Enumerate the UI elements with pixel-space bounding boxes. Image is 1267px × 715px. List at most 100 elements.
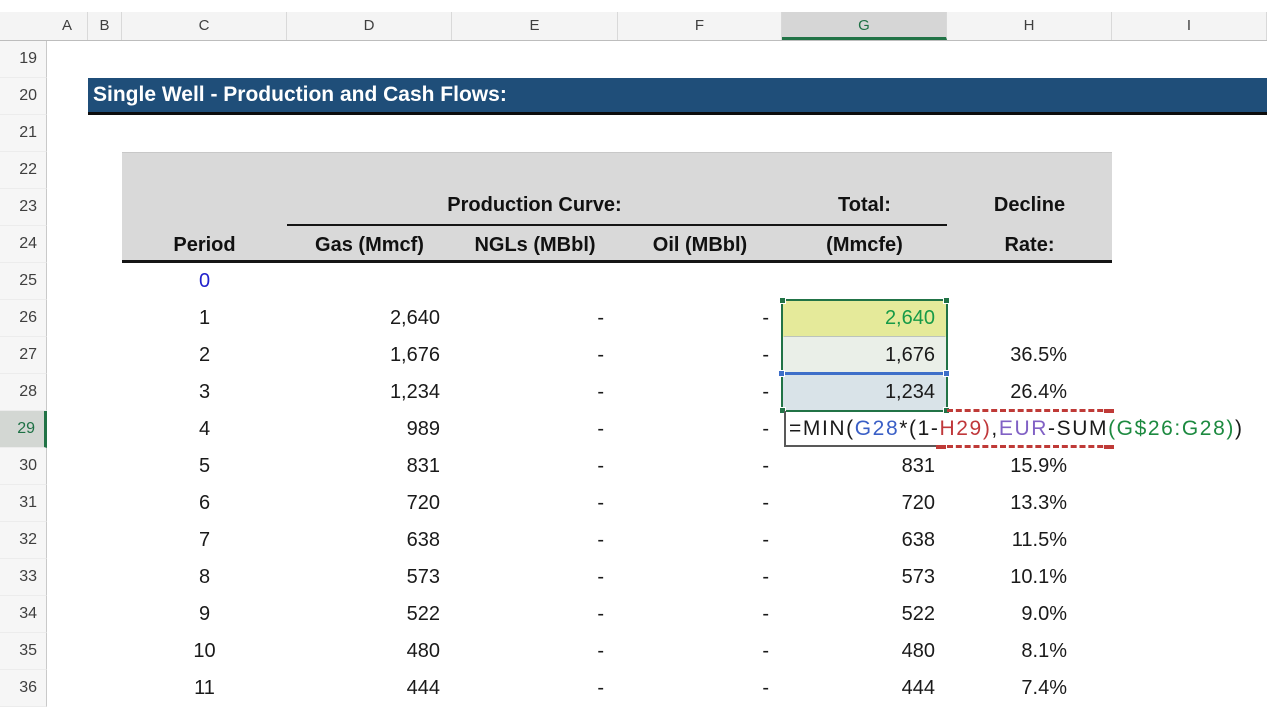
cell-F29[interactable]: -: [618, 411, 782, 448]
cell-D33[interactable]: 573: [287, 559, 452, 596]
row-header-33[interactable]: 33: [0, 559, 47, 596]
cell-G35[interactable]: 480: [782, 633, 947, 670]
cell-C34[interactable]: 9: [122, 596, 287, 633]
row-header-27[interactable]: 27: [0, 337, 47, 374]
row-header-34[interactable]: 34: [0, 596, 47, 633]
cell-H33[interactable]: 10.1%: [947, 559, 1112, 596]
cell-D35[interactable]: 480: [287, 633, 452, 670]
row-header-35[interactable]: 35: [0, 633, 47, 670]
cell-H35[interactable]: 8.1%: [947, 633, 1112, 670]
cell-F34[interactable]: -: [618, 596, 782, 633]
cell-C29[interactable]: 4: [122, 411, 287, 448]
cell-E31[interactable]: -: [452, 485, 618, 522]
cell-F31[interactable]: -: [618, 485, 782, 522]
cell-D29[interactable]: 989: [287, 411, 452, 448]
cell-G33[interactable]: 573: [782, 559, 947, 596]
row-header-36[interactable]: 36: [0, 670, 47, 707]
cell-C35[interactable]: 10: [122, 633, 287, 670]
cell-D26[interactable]: 2,640: [287, 300, 452, 337]
cell-C30[interactable]: 5: [122, 448, 287, 485]
column-header-H[interactable]: H: [947, 12, 1112, 40]
cell-D34[interactable]: 522: [287, 596, 452, 633]
cell-C33[interactable]: 8: [122, 559, 287, 596]
cell-C25[interactable]: 0: [122, 263, 287, 300]
cell-F33[interactable]: -: [618, 559, 782, 596]
cell-H31[interactable]: 13.3%: [947, 485, 1112, 522]
cell-D28[interactable]: 1,234: [287, 374, 452, 411]
row-header-30[interactable]: 30: [0, 448, 47, 485]
cell-H28[interactable]: 26.4%: [947, 374, 1112, 411]
row-header-21[interactable]: 21: [0, 115, 47, 152]
row-header-26[interactable]: 26: [0, 300, 47, 337]
row-header-25[interactable]: 25: [0, 263, 47, 300]
cell-E25[interactable]: [452, 263, 618, 300]
cell-H32[interactable]: 11.5%: [947, 522, 1112, 559]
cell-C27[interactable]: 2: [122, 337, 287, 374]
cell-H26[interactable]: [947, 300, 1112, 337]
row-header-23[interactable]: 23: [0, 189, 47, 226]
row-header-32[interactable]: 32: [0, 522, 47, 559]
row-header-31[interactable]: 31: [0, 485, 47, 522]
cell-E33[interactable]: -: [452, 559, 618, 596]
cell-C28[interactable]: 3: [122, 374, 287, 411]
cell-F26[interactable]: -: [618, 300, 782, 337]
column-header-C[interactable]: C: [122, 12, 287, 40]
section-title-banner[interactable]: Single Well - Production and Cash Flows:: [88, 78, 1267, 115]
group-header-production-curve: Production Curve:: [287, 187, 782, 224]
cell-F35[interactable]: -: [618, 633, 782, 670]
column-header-A[interactable]: A: [47, 12, 88, 40]
cell-G26[interactable]: 2,640: [782, 300, 947, 337]
cell-F25[interactable]: [618, 263, 782, 300]
column-header-B[interactable]: B: [88, 12, 122, 40]
cell-G34[interactable]: 522: [782, 596, 947, 633]
cell-F28[interactable]: -: [618, 374, 782, 411]
row-header-24[interactable]: 24: [0, 226, 47, 263]
cell-C32[interactable]: 7: [122, 522, 287, 559]
row-header-29[interactable]: 29: [0, 411, 47, 448]
cell-F32[interactable]: -: [618, 522, 782, 559]
cell-H34[interactable]: 9.0%: [947, 596, 1112, 633]
cell-H27[interactable]: 36.5%: [947, 337, 1112, 374]
column-header-G[interactable]: G: [782, 12, 947, 40]
column-header-E[interactable]: E: [452, 12, 618, 40]
cell-D25[interactable]: [287, 263, 452, 300]
cell-C26[interactable]: 1: [122, 300, 287, 337]
cell-H36[interactable]: 7.4%: [947, 670, 1112, 707]
cell-D30[interactable]: 831: [287, 448, 452, 485]
row-header-28[interactable]: 28: [0, 374, 47, 411]
column-header-D[interactable]: D: [287, 12, 452, 40]
cell-G36[interactable]: 444: [782, 670, 947, 707]
cell-E35[interactable]: -: [452, 633, 618, 670]
row-header-22[interactable]: 22: [0, 152, 47, 189]
cell-C31[interactable]: 6: [122, 485, 287, 522]
cell-D32[interactable]: 638: [287, 522, 452, 559]
column-header-F[interactable]: F: [618, 12, 782, 40]
cell-F27[interactable]: -: [618, 337, 782, 374]
cell-D36[interactable]: 444: [287, 670, 452, 707]
cell-E27[interactable]: -: [452, 337, 618, 374]
cell-D27[interactable]: 1,676: [287, 337, 452, 374]
cell-H30[interactable]: 15.9%: [947, 448, 1112, 485]
cell-D31[interactable]: 720: [287, 485, 452, 522]
row-header-19[interactable]: 19: [0, 41, 47, 78]
formula-editor[interactable]: =MIN(G28*(1-H29),EUR-SUM(G$26:G28)): [789, 411, 1244, 448]
cell-G32[interactable]: 638: [782, 522, 947, 559]
cell-G28[interactable]: 1,234: [782, 374, 947, 411]
row-header-20[interactable]: 20: [0, 78, 47, 115]
cell-F36[interactable]: -: [618, 670, 782, 707]
cell-G31[interactable]: 720: [782, 485, 947, 522]
cell-E34[interactable]: -: [452, 596, 618, 633]
column-header-I[interactable]: I: [1112, 12, 1267, 40]
cell-C36[interactable]: 11: [122, 670, 287, 707]
cell-H25[interactable]: [947, 263, 1112, 300]
cell-G30[interactable]: 831: [782, 448, 947, 485]
cell-E30[interactable]: -: [452, 448, 618, 485]
cell-G25[interactable]: [782, 263, 947, 300]
cell-E32[interactable]: -: [452, 522, 618, 559]
cell-E28[interactable]: -: [452, 374, 618, 411]
cell-E29[interactable]: -: [452, 411, 618, 448]
cell-G27[interactable]: 1,676: [782, 337, 947, 374]
cell-E36[interactable]: -: [452, 670, 618, 707]
cell-E26[interactable]: -: [452, 300, 618, 337]
cell-F30[interactable]: -: [618, 448, 782, 485]
